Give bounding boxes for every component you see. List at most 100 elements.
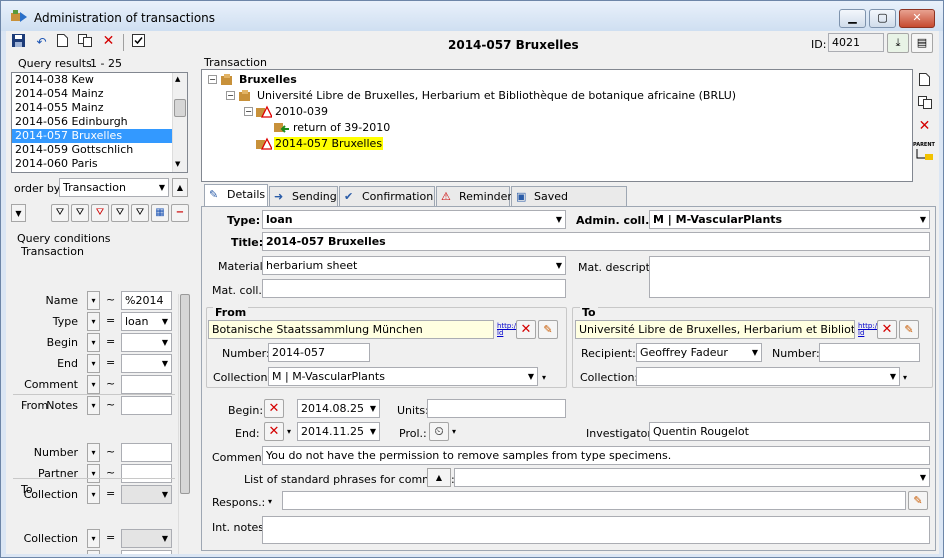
filter-save-icon[interactable]: ⛛	[131, 204, 149, 222]
tree-expander-icon[interactable]: −	[208, 75, 217, 84]
maximize-button[interactable]: ▢	[869, 9, 896, 28]
edit-from-partner-icon[interactable]: ✎	[538, 320, 558, 339]
condition-operator[interactable]: =	[106, 487, 115, 500]
tab-details[interactable]: ✎ Details	[204, 184, 268, 206]
conditions-scroll-thumb[interactable]	[180, 294, 190, 494]
tab-sending[interactable]: ➜ Sending	[269, 186, 338, 206]
condition-options-button[interactable]: ▾	[87, 291, 100, 310]
clear-from-partner-icon[interactable]: ✕	[516, 320, 536, 339]
from-number-field[interactable]: 2014-057	[268, 343, 370, 362]
transaction-tree[interactable]: − Bruxelles − Université Libre de Bruxelles…	[201, 69, 913, 182]
scroll-thumb[interactable]	[174, 99, 186, 117]
respons-options-icon[interactable]: ▾	[268, 497, 272, 506]
from-partner-link-2[interactable]: ld	[497, 330, 503, 337]
condition-value-field[interactable]	[121, 443, 172, 462]
condition-value-field[interactable]: ▼	[121, 333, 172, 352]
to-collection-select[interactable]: ▼	[636, 367, 900, 386]
condition-options-button[interactable]: ▾	[87, 550, 100, 554]
condition-operator[interactable]: ~	[106, 293, 115, 306]
phrases-select[interactable]: ▼	[454, 468, 930, 487]
undo-icon[interactable]: ↶	[33, 34, 50, 51]
comment-field[interactable]: You do not have the permission to remove…	[262, 446, 930, 465]
tab-confirmation[interactable]: ✔ Confirmation	[339, 186, 435, 206]
condition-options-button[interactable]: ▾	[87, 312, 100, 331]
mat-descript-field[interactable]	[649, 256, 930, 298]
condition-value-field[interactable]: loan ▼	[121, 312, 172, 331]
begin-date-picker[interactable]: 2014.08.25 ▼	[297, 399, 380, 418]
scroll-down-icon[interactable]: ▼	[175, 160, 180, 168]
condition-options-button[interactable]: ▾	[87, 464, 100, 483]
set-parent-icon[interactable]: PARENT	[913, 142, 937, 162]
condition-options-button[interactable]: ▾	[87, 354, 100, 373]
condition-operator[interactable]: =	[106, 531, 115, 544]
sort-direction-button[interactable]: ▲	[172, 178, 188, 197]
from-collection-more-icon[interactable]: ▾	[542, 373, 546, 382]
new-document-icon[interactable]	[54, 34, 71, 51]
int-notes-field[interactable]	[262, 516, 930, 544]
prolongation-clock-icon[interactable]: ⏲	[429, 422, 449, 441]
close-window-button[interactable]: ✕	[899, 9, 935, 28]
condition-operator[interactable]: =	[106, 356, 115, 369]
units-field[interactable]	[427, 399, 566, 418]
to-partner-link-2[interactable]: ld	[858, 330, 864, 337]
id-field[interactable]: 4021	[828, 33, 884, 52]
to-number-field[interactable]	[819, 343, 920, 362]
to-collection-more-icon[interactable]: ▾	[903, 373, 907, 382]
tree-node[interactable]: Bruxelles	[238, 73, 298, 86]
checkbox-icon[interactable]	[130, 34, 147, 51]
material-select[interactable]: herbarium sheet ▼	[262, 256, 566, 275]
edit-respons-icon[interactable]: ✎	[908, 491, 928, 510]
filter-list-icon[interactable]: ⛛	[111, 204, 129, 222]
edit-to-partner-icon[interactable]: ✎	[899, 320, 919, 339]
end-date-picker[interactable]: 2014.11.25 ▼	[297, 422, 380, 441]
condition-operator[interactable]: ~	[106, 445, 115, 458]
query-results-list[interactable]: 2014-038 Kew 2014-054 Mainz 2014-055 Mainz…	[11, 72, 188, 173]
minimize-button[interactable]: ▁	[839, 9, 866, 28]
list-item[interactable]: 2014-056 Edinburgh	[12, 115, 187, 129]
insert-phrase-button[interactable]: ▲	[427, 468, 451, 487]
condition-value-field[interactable]	[121, 550, 172, 554]
mat-coll-field[interactable]	[262, 279, 566, 298]
list-item[interactable]: 2014-054 Mainz	[12, 87, 187, 101]
condition-operator[interactable]: ~	[106, 552, 115, 554]
export-icon[interactable]: ⤓	[887, 33, 909, 53]
condition-value-field[interactable]	[121, 396, 172, 415]
condition-operator[interactable]: =	[106, 314, 115, 327]
investigator-field[interactable]: Quentin Rougelot	[649, 422, 930, 441]
from-partner-field[interactable]: Botanische Staatssammlung München	[208, 320, 494, 339]
tree-expander-icon[interactable]: −	[244, 107, 253, 116]
tree-node[interactable]: 2014-057 Bruxelles	[274, 137, 384, 150]
scroll-up-icon[interactable]: ▲	[175, 75, 180, 83]
list-item[interactable]: 2014-060 Paris	[12, 157, 187, 171]
condition-options-button[interactable]: ▾	[87, 529, 100, 548]
tree-node[interactable]: 2010-039	[274, 105, 329, 118]
tree-node[interactable]: return of 39-2010	[292, 121, 391, 134]
results-scrollbar[interactable]: ▲ ▼	[172, 73, 187, 172]
filter-add-icon[interactable]: ⛛	[71, 204, 89, 222]
from-collection-select[interactable]: M | M-VascularPlants ▼	[268, 367, 538, 386]
clear-to-partner-icon[interactable]: ✕	[877, 320, 897, 339]
tab-saved-documents[interactable]: ▣Saved documents	[511, 186, 627, 222]
condition-value-field[interactable]: %2014	[121, 291, 172, 310]
condition-value-field[interactable]	[121, 464, 172, 483]
copy-icon[interactable]	[76, 34, 93, 51]
order-by-select[interactable]: Transaction ▼	[59, 178, 169, 197]
condition-options-button[interactable]: ▾	[87, 375, 100, 394]
tree-node[interactable]: Université Libre de Bruxelles, Herbarium…	[256, 89, 737, 102]
conditions-toggle-button[interactable]: ▼	[11, 204, 26, 222]
prol-options-icon[interactable]: ▾	[452, 427, 456, 436]
tab-reminder[interactable]: ⚠ Reminder	[436, 186, 512, 206]
tree-expander-icon[interactable]: −	[226, 91, 235, 100]
condition-options-button[interactable]: ▾	[87, 396, 100, 415]
title-field[interactable]: 2014-057 Bruxelles	[262, 232, 930, 251]
open-record-icon[interactable]: ▤	[911, 33, 933, 53]
new-child-icon[interactable]	[916, 73, 933, 90]
copy-child-icon[interactable]	[916, 96, 933, 113]
condition-value-field[interactable]: ▼	[121, 485, 172, 504]
condition-options-button[interactable]: ▾	[87, 333, 100, 352]
condition-value-field[interactable]: ▼	[121, 529, 172, 548]
respons-field[interactable]	[282, 491, 906, 510]
type-select[interactable]: loan ▼	[262, 210, 566, 229]
condition-operator[interactable]: ~	[106, 377, 115, 390]
filter-remove-icon[interactable]: ⛛	[91, 204, 109, 222]
